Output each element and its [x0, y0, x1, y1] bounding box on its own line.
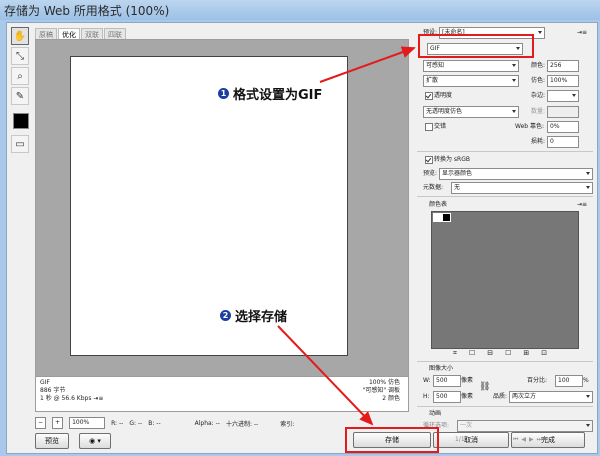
annotation-2-text: 选择存储 — [235, 310, 288, 325]
annotation-1: 1 格式设置为GIF — [218, 84, 322, 103]
annotation-arrows — [277, 46, 416, 426]
annotation-1-text: 格式设置为GIF — [233, 88, 323, 103]
dialog-window: 存储为 Web 所用格式 (100%) ✋ ⤡ ⌕ ✎ ▭ 原稿 优化 双联 四… — [0, 0, 600, 456]
annotation-2: 2 选择存储 — [220, 306, 287, 325]
annotation-1-badge: 1 — [218, 88, 229, 99]
arrow-to-save — [277, 325, 374, 426]
arrow-to-format — [319, 46, 416, 83]
annotation-2-badge: 2 — [220, 310, 231, 321]
